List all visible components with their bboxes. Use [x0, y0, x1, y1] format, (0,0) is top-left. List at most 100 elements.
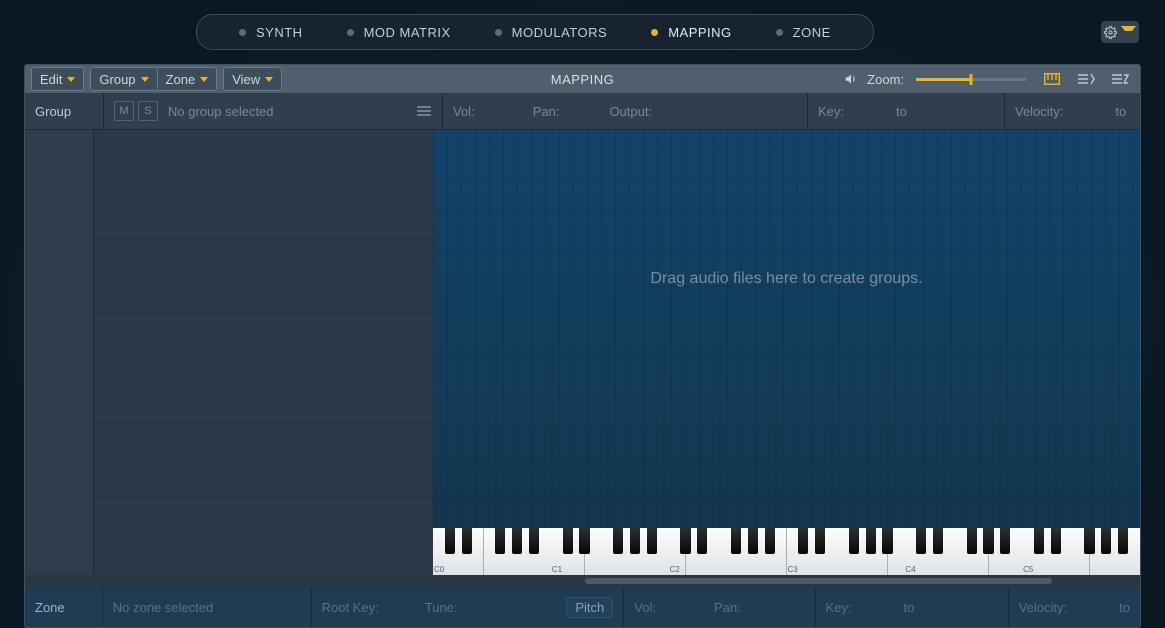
- zone-list-icon: [1111, 73, 1129, 85]
- key-label: C0: [434, 565, 444, 574]
- horizontal-gridlines: [433, 130, 1140, 575]
- piano-black-key[interactable]: [1084, 528, 1094, 554]
- piano-black-key[interactable]: [647, 528, 657, 554]
- piano-black-key[interactable]: [613, 528, 623, 554]
- tab-mapping[interactable]: MAPPING: [629, 25, 753, 40]
- piano-black-key[interactable]: [731, 528, 741, 554]
- drop-hint: Drag audio files here to create groups.: [433, 270, 1140, 288]
- keyboard-scrollbar-track[interactable]: [25, 575, 1140, 587]
- zone-menu[interactable]: Zone: [158, 67, 218, 91]
- piano-black-key[interactable]: [1118, 528, 1128, 554]
- key-label: C5: [1023, 565, 1033, 574]
- zoom-label: Zoom:: [867, 72, 904, 87]
- zone-inspector-title: Zone: [35, 600, 65, 615]
- tab-label: MODULATORS: [512, 25, 608, 40]
- audition-button[interactable]: [841, 70, 861, 88]
- piano-black-key[interactable]: [849, 528, 859, 554]
- piano-black-key[interactable]: [579, 528, 589, 554]
- output-label: Output:: [609, 104, 652, 119]
- rootkey-label: Root Key:: [322, 600, 379, 615]
- indicator-dot: [776, 29, 783, 36]
- zone-name-field[interactable]: No zone selected: [113, 600, 213, 615]
- view-group-list-button[interactable]: [1072, 68, 1100, 90]
- pitch-toggle[interactable]: Pitch: [566, 597, 613, 618]
- mapping-panel: Edit Group Zone View MAPPING Zoom:: [24, 64, 1141, 628]
- group-list-pane[interactable]: [25, 130, 433, 575]
- slider-fill: [916, 78, 971, 81]
- piano-black-key[interactable]: [529, 528, 539, 554]
- piano-black-key[interactable]: [495, 528, 505, 554]
- to-label: to: [904, 600, 915, 615]
- view-keymap-button[interactable]: [1038, 68, 1066, 90]
- scrollbar-thumb[interactable]: [585, 578, 1052, 584]
- piano-black-key[interactable]: [748, 528, 758, 554]
- piano-black-key[interactable]: [798, 528, 808, 554]
- tab-label: ZONE: [793, 25, 831, 40]
- piano-black-key[interactable]: [680, 528, 690, 554]
- to-label: to: [1115, 104, 1126, 119]
- indicator-dot: [651, 29, 658, 36]
- to-label: to: [1119, 600, 1130, 615]
- piano-black-key[interactable]: [1051, 528, 1061, 554]
- mute-button[interactable]: M: [114, 101, 134, 121]
- piano-black-key[interactable]: [765, 528, 775, 554]
- piano-black-key[interactable]: [866, 528, 876, 554]
- view-menu[interactable]: View: [223, 67, 282, 91]
- piano-black-key[interactable]: [697, 528, 707, 554]
- piano-black-key[interactable]: [563, 528, 573, 554]
- velocity-label: Velocity:: [1019, 600, 1067, 615]
- piano-black-key[interactable]: [445, 528, 455, 554]
- tab-modmatrix[interactable]: MOD MATRIX: [325, 25, 473, 40]
- panel-title: MAPPING: [551, 72, 614, 87]
- slider-knob[interactable]: [970, 74, 973, 85]
- vol-label: Vol:: [634, 600, 656, 615]
- tab-label: MOD MATRIX: [364, 25, 451, 40]
- piano-black-key[interactable]: [512, 528, 522, 554]
- tab-modulators[interactable]: MODULATORS: [473, 25, 630, 40]
- piano-black-key[interactable]: [1101, 528, 1111, 554]
- mapping-toolbar: Edit Group Zone View MAPPING Zoom:: [25, 65, 1140, 93]
- group-list-dropdown[interactable]: [416, 105, 432, 117]
- settings-menu-button[interactable]: [1101, 21, 1139, 43]
- view-zone-list-button[interactable]: [1106, 68, 1134, 90]
- menu-label: Edit: [40, 72, 62, 87]
- chevron-down-icon: [265, 77, 273, 82]
- chevron-down-icon: [200, 77, 208, 82]
- menu-label: Zone: [166, 72, 196, 87]
- piano-black-key[interactable]: [983, 528, 993, 554]
- piano-black-key[interactable]: [916, 528, 926, 554]
- gear-icon: [1104, 26, 1117, 39]
- tune-label: Tune:: [425, 600, 458, 615]
- mapping-area: Drag audio files here to create groups. …: [25, 130, 1140, 575]
- piano-black-key[interactable]: [882, 528, 892, 554]
- key-velocity-pane[interactable]: Drag audio files here to create groups. …: [433, 130, 1140, 575]
- piano-black-key[interactable]: [1034, 528, 1044, 554]
- vol-label: Vol:: [453, 104, 475, 119]
- piano-black-key[interactable]: [462, 528, 472, 554]
- pan-label: Pan:: [533, 104, 560, 119]
- velocity-label: Velocity:: [1015, 104, 1063, 119]
- indicator-dot: [495, 29, 502, 36]
- mapping-keyboard[interactable]: C0C1C2C3C4C5: [433, 528, 1140, 575]
- group-menu[interactable]: Group: [90, 67, 157, 91]
- piano-black-key[interactable]: [815, 528, 825, 554]
- chevron-down-icon: [67, 77, 75, 82]
- chevron-down-icon: [141, 77, 149, 82]
- piano-black-key[interactable]: [1000, 528, 1010, 554]
- piano-black-key[interactable]: [967, 528, 977, 554]
- zoom-slider[interactable]: [916, 78, 1026, 81]
- tab-synth[interactable]: SYNTH: [217, 25, 325, 40]
- menu-label: View: [232, 72, 260, 87]
- zone-inspector: Zone No zone selected Root Key: Tune: Pi…: [25, 587, 1140, 627]
- key-label: C4: [905, 565, 915, 574]
- group-list-icon: [1077, 73, 1095, 85]
- piano-black-key[interactable]: [630, 528, 640, 554]
- edit-menu[interactable]: Edit: [31, 67, 84, 91]
- chevron-down-icon: [1121, 26, 1136, 38]
- solo-button[interactable]: S: [138, 101, 158, 121]
- group-list-gutter: [25, 130, 94, 575]
- indicator-dot: [347, 29, 354, 36]
- tab-zone[interactable]: ZONE: [754, 25, 853, 40]
- piano-black-key[interactable]: [933, 528, 943, 554]
- group-name-field[interactable]: No group selected: [168, 104, 274, 119]
